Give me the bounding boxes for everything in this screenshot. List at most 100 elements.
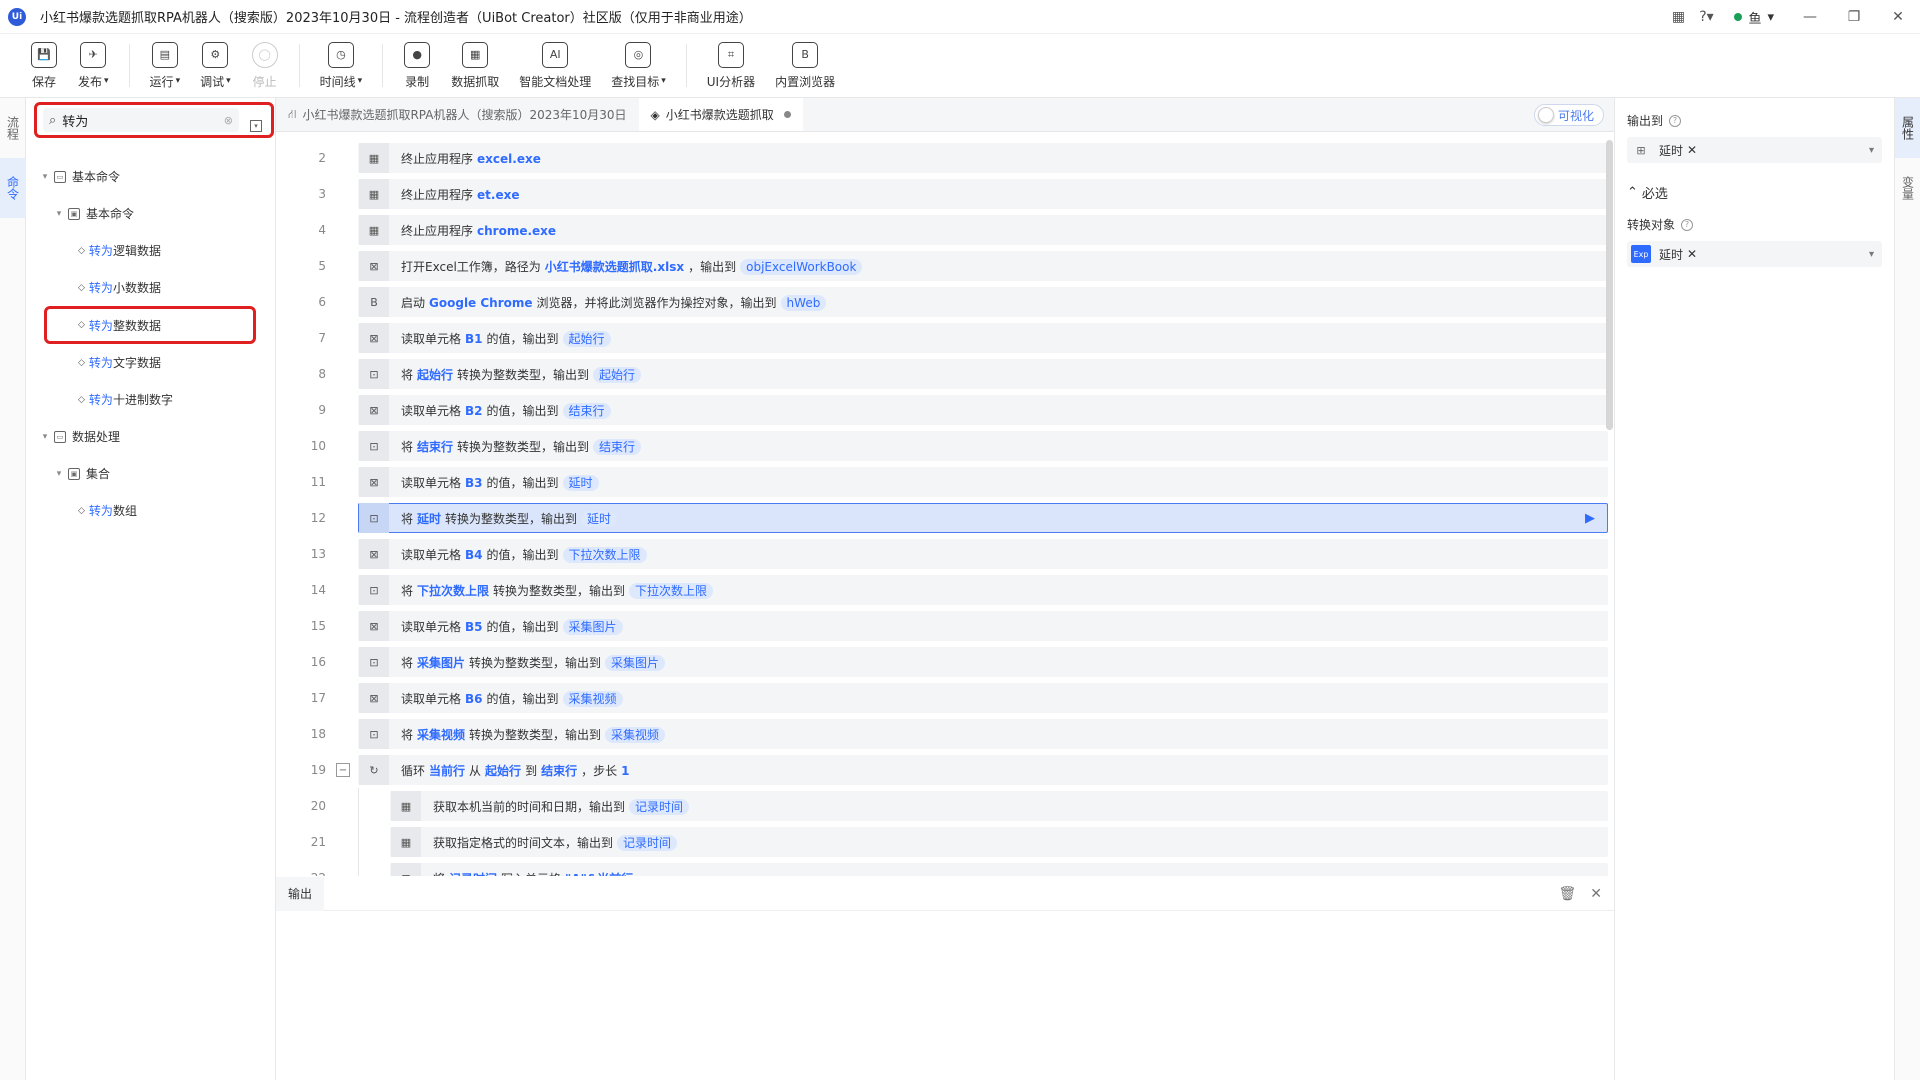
- close-button[interactable]: ✕: [1876, 0, 1920, 34]
- command-argument[interactable]: 下拉次数上限: [417, 584, 489, 598]
- tab-commands[interactable]: 命令: [0, 158, 26, 218]
- command-search[interactable]: ⌕ ⊗: [43, 108, 239, 132]
- command-block[interactable]: ▦ 终止应用程序 chrome.exe: [358, 215, 1608, 245]
- command-argument[interactable]: 起始行: [417, 368, 453, 382]
- tree-command-item[interactable]: ◇ 转为 数组: [26, 492, 276, 529]
- visual-toggle[interactable]: 可视化: [1534, 104, 1604, 126]
- command-argument[interactable]: 采集视频: [417, 728, 465, 742]
- command-argument[interactable]: B5: [465, 620, 483, 634]
- user-menu[interactable]: 鱼 ▾: [1734, 8, 1774, 27]
- code-line[interactable]: 4 ▦ 终止应用程序 chrome.exe: [276, 212, 1614, 248]
- help-icon[interactable]: ?: [1681, 218, 1694, 231]
- toolbar-button-ai-doc[interactable]: AI 智能文档处理: [509, 34, 601, 97]
- chevron-down-icon[interactable]: ▾: [1869, 249, 1874, 260]
- variable-tag[interactable]: 采集视频: [562, 690, 623, 707]
- command-block[interactable]: ⊠ 读取单元格 B3 的值，输出到 延时: [358, 467, 1608, 497]
- help-icon[interactable]: ?▾: [1692, 0, 1720, 34]
- command-block[interactable]: ▦ 获取指定格式的时间文本，输出到 记录时间: [390, 827, 1608, 857]
- trash-icon[interactable]: 🗑: [1558, 886, 1576, 902]
- code-line[interactable]: 11 ⊠ 读取单元格 B3 的值，输出到 延时: [276, 464, 1614, 500]
- variable-tag[interactable]: 结束行: [593, 438, 642, 455]
- collapse-icon[interactable]: −: [336, 763, 350, 777]
- command-block[interactable]: ⊠ 将记录时间写入单元格 "A"&当前行: [390, 863, 1608, 876]
- code-line[interactable]: 5 ⊠ 打开Excel工作簿，路径为 小红书爆款选题抓取.xlsx ，输出到 objExc…: [276, 248, 1614, 284]
- variable-tag[interactable]: 延时: [562, 474, 599, 491]
- code-line[interactable]: 22 ⊠ 将记录时间写入单元格 "A"&当前行: [276, 860, 1614, 876]
- run-line-icon[interactable]: ▶: [1585, 511, 1595, 526]
- toolbar-button-send[interactable]: ✈ 发布 ▾: [68, 34, 119, 97]
- clear-icon[interactable]: ⊗: [224, 114, 233, 127]
- command-block[interactable]: ⊠ 读取单元格 B5 的值，输出到 采集图片: [358, 611, 1608, 641]
- tree-command-item[interactable]: ◇ 转为 十进制数字: [26, 381, 276, 418]
- command-argument[interactable]: chrome.exe: [477, 224, 556, 238]
- code-line[interactable]: 12 ⊡ 将延时 转换为整数类型，输出到 延时 ▶: [276, 500, 1614, 536]
- code-line[interactable]: 20 ▦ 获取本机当前的时间和日期，输出到 记录时间: [276, 788, 1614, 824]
- toolbar-button-stop[interactable]: ◯ 停止: [241, 34, 289, 97]
- command-argument[interactable]: Google Chrome: [429, 296, 533, 310]
- command-argument[interactable]: B6: [465, 692, 483, 706]
- command-block[interactable]: ⊠ 读取单元格 B4 的值，输出到 下拉次数上限: [358, 539, 1608, 569]
- apps-grid-icon[interactable]: ▦: [1664, 0, 1692, 34]
- toolbar-button-save[interactable]: 💾 保存: [20, 34, 68, 97]
- variable-tag[interactable]: 结束行: [562, 402, 611, 419]
- command-block[interactable]: ⊠ 打开Excel工作簿，路径为 小红书爆款选题抓取.xlsx ，输出到 objExce…: [358, 251, 1608, 281]
- command-argument[interactable]: B2: [465, 404, 483, 418]
- tab-process[interactable]: ⛙ 小红书爆款选题抓取RPA机器人（搜索版）2023年10月30日: [276, 98, 639, 131]
- toolbar-button-run[interactable]: ▤ 运行 ▾: [140, 34, 191, 97]
- tree-command-item[interactable]: ◇ 转为 逻辑数据: [26, 232, 276, 269]
- code-line[interactable]: 8 ⊡ 将起始行 转换为整数类型，输出到 起始行: [276, 356, 1614, 392]
- variable-tag[interactable]: 下拉次数上限: [562, 546, 647, 563]
- command-argument[interactable]: 结束行: [541, 764, 577, 778]
- code-line[interactable]: 15 ⊠ 读取单元格 B5 的值，输出到 采集图片: [276, 608, 1614, 644]
- command-block[interactable]: ⊠ 读取单元格 B2 的值，输出到 结束行: [358, 395, 1608, 425]
- command-block[interactable]: ⊡ 将采集视频 转换为整数类型，输出到 采集视频: [358, 719, 1608, 749]
- command-block[interactable]: ⊡ 将采集图片 转换为整数类型，输出到 采集图片: [358, 647, 1608, 677]
- filter-icon[interactable]: ▾: [250, 120, 262, 132]
- command-argument[interactable]: 延时: [417, 512, 441, 526]
- command-argument[interactable]: 1: [621, 764, 629, 778]
- chevron-down-icon[interactable]: ▾: [52, 469, 66, 479]
- command-argument[interactable]: excel.exe: [477, 152, 541, 166]
- code-line[interactable]: 21 ▦ 获取指定格式的时间文本，输出到 记录时间: [276, 824, 1614, 860]
- command-block[interactable]: B 启动 Google Chrome 浏览器，并将此浏览器作为操控对象，输出到 hWeb: [358, 287, 1608, 317]
- restore-button[interactable]: ❐: [1832, 0, 1876, 34]
- command-block[interactable]: ⊡ 将起始行 转换为整数类型，输出到 起始行: [358, 359, 1608, 389]
- toolbar-button-clock[interactable]: ◷ 时间线 ▾: [310, 34, 373, 97]
- code-line[interactable]: 18 ⊡ 将采集视频 转换为整数类型，输出到 采集视频: [276, 716, 1614, 752]
- code-line[interactable]: 14 ⊡ 将下拉次数上限 转换为整数类型，输出到 下拉次数上限: [276, 572, 1614, 608]
- code-line[interactable]: 13 ⊠ 读取单元格 B4 的值，输出到 下拉次数上限: [276, 536, 1614, 572]
- code-line[interactable]: 7 ⊠ 读取单元格 B1 的值，输出到 起始行: [276, 320, 1614, 356]
- code-line[interactable]: 9 ⊠ 读取单元格 B2 的值，输出到 结束行: [276, 392, 1614, 428]
- chevron-down-icon[interactable]: ▾: [38, 172, 52, 182]
- tab-current-block[interactable]: ◈ 小红书爆款选题抓取: [638, 98, 803, 131]
- tree-group[interactable]: ▾ ▭ 数据处理: [26, 418, 276, 455]
- required-section[interactable]: ⌃ 必选: [1627, 183, 1882, 202]
- code-line[interactable]: 10 ⊡ 将结束行 转换为整数类型，输出到 结束行: [276, 428, 1614, 464]
- command-argument[interactable]: 采集图片: [417, 656, 465, 670]
- variable-tag[interactable]: 记录时间: [629, 798, 690, 815]
- tree-group[interactable]: ▾ ▣ 集合: [26, 455, 276, 492]
- tree-command-item[interactable]: ◇ 转为 小数数据: [26, 269, 276, 306]
- toolbar-button-browser[interactable]: B 内置浏览器: [765, 34, 845, 97]
- command-block[interactable]: ⊡ 将下拉次数上限 转换为整数类型，输出到 下拉次数上限: [358, 575, 1608, 605]
- toolbar-button-debug[interactable]: ⚙ 调试 ▾: [190, 34, 241, 97]
- command-block[interactable]: ▦ 获取本机当前的时间和日期，输出到 记录时间: [390, 791, 1608, 821]
- variable-tag[interactable]: 采集视频: [605, 726, 666, 743]
- command-argument[interactable]: "A"&当前行: [565, 872, 633, 877]
- chevron-down-icon[interactable]: ▾: [52, 209, 66, 219]
- command-argument[interactable]: 记录时间: [449, 872, 497, 877]
- toolbar-button-record[interactable]: ● 录制: [393, 34, 441, 97]
- command-block[interactable]: ▦ 终止应用程序 et.exe: [358, 179, 1608, 209]
- code-line[interactable]: 6 B 启动 Google Chrome 浏览器，并将此浏览器作为操控对象，输出到 hWe…: [276, 284, 1614, 320]
- variable-tag[interactable]: 起始行: [562, 330, 611, 347]
- variable-tag[interactable]: 记录时间: [617, 834, 678, 851]
- tree-command-item[interactable]: ◇ 转为 文字数据: [26, 344, 276, 381]
- code-line[interactable]: 17 ⊠ 读取单元格 B6 的值，输出到 采集视频: [276, 680, 1614, 716]
- variable-tag[interactable]: hWeb: [780, 294, 827, 311]
- command-argument[interactable]: 起始行: [485, 764, 521, 778]
- command-block[interactable]: ⊡ 将结束行 转换为整数类型，输出到 结束行: [358, 431, 1608, 461]
- command-argument[interactable]: 小红书爆款选题抓取.xlsx: [545, 260, 684, 274]
- tree-command-item[interactable]: ◇ 转为 整数数据: [44, 306, 256, 344]
- toolbar-button-data-grab[interactable]: ▦ 数据抓取: [441, 34, 509, 97]
- tab-flow[interactable]: 流程: [0, 98, 26, 158]
